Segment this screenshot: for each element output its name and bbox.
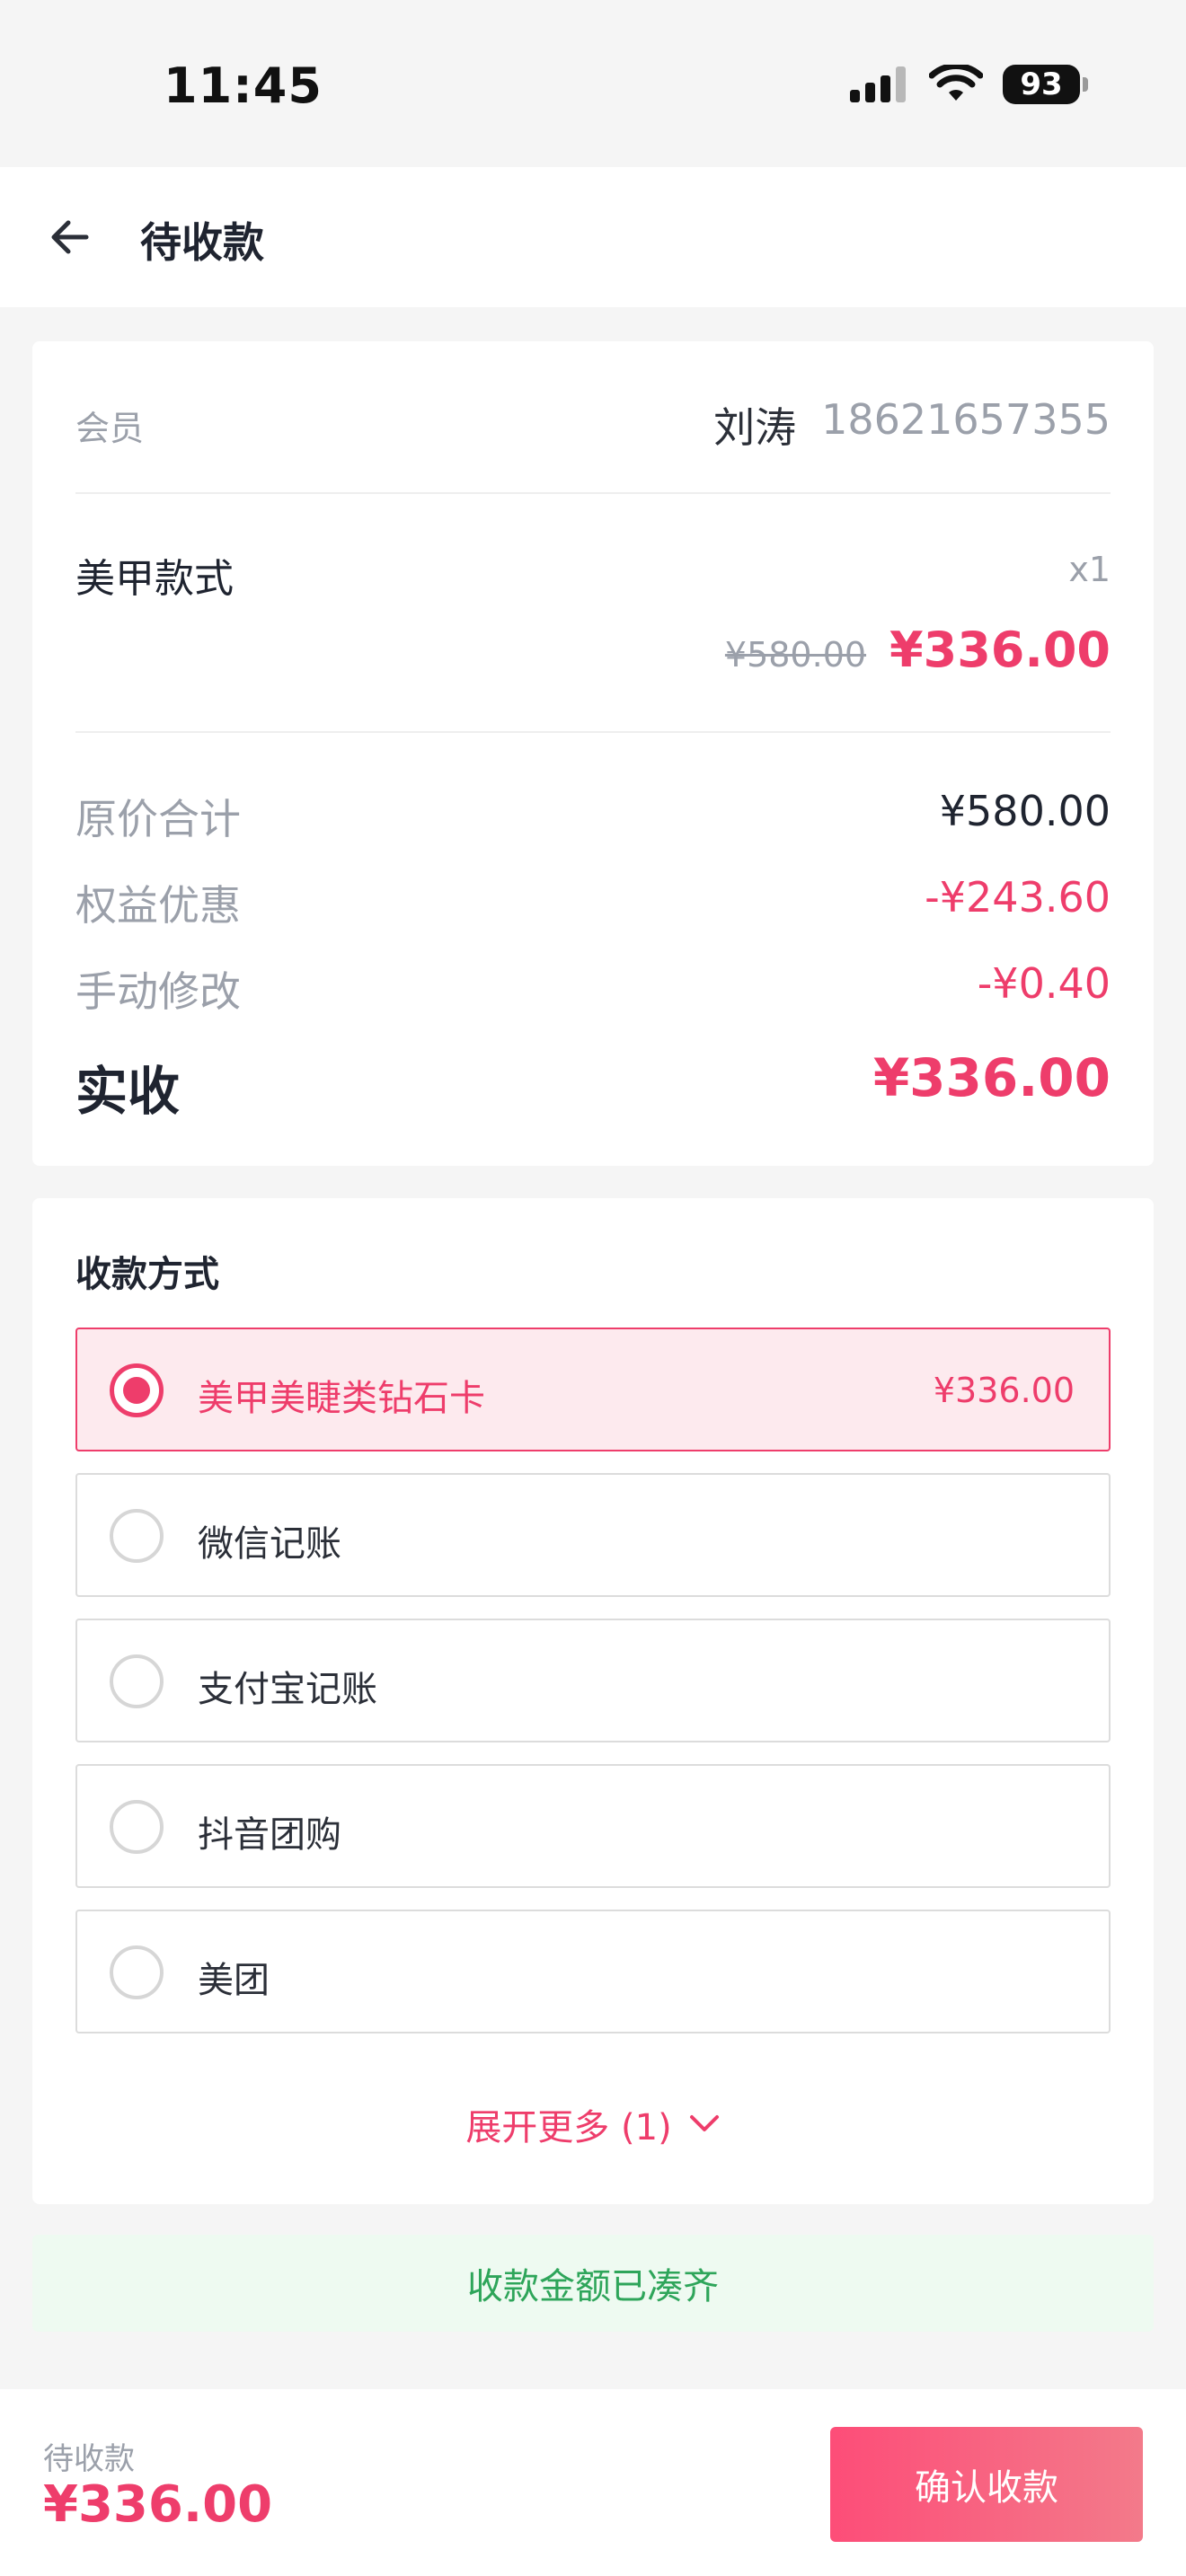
cellular-signal-icon bbox=[850, 66, 909, 102]
battery-icon: 93 bbox=[1003, 65, 1088, 104]
pending-amount-value: ¥336.00 bbox=[43, 2475, 273, 2534]
wifi-icon bbox=[929, 65, 983, 101]
radio-selected-icon[interactable] bbox=[110, 1363, 164, 1417]
summary-label: 原价合计 bbox=[75, 795, 241, 843]
payment-option-label: 微信记账 bbox=[198, 1523, 341, 1565]
nav-bar: 待收款 bbox=[0, 167, 1186, 307]
summary-value: -¥0.40 bbox=[977, 959, 1111, 1008]
member-row: 会员 刘涛 18621657355 bbox=[75, 395, 1111, 452]
notice-text: 收款金额已凑齐 bbox=[467, 2266, 719, 2307]
item-prices: ¥580.00 ¥336.00 bbox=[725, 622, 1111, 678]
member-info: 刘涛 18621657355 bbox=[713, 395, 1111, 454]
payment-option-amount: ¥336.00 bbox=[933, 1371, 1075, 1410]
divider bbox=[75, 492, 1111, 494]
item-price: ¥336.00 bbox=[890, 622, 1111, 678]
payment-option-alipay[interactable]: 支付宝记账 bbox=[75, 1619, 1111, 1742]
item-quantity: x1 bbox=[1068, 550, 1111, 589]
summary-value: -¥243.60 bbox=[925, 873, 1111, 922]
payment-option-wechat[interactable]: 微信记账 bbox=[75, 1473, 1111, 1597]
status-time: 11:45 bbox=[164, 57, 323, 114]
radio-unselected-icon[interactable] bbox=[110, 1509, 164, 1563]
summary-label: 权益优惠 bbox=[75, 881, 241, 930]
item-original-price: ¥580.00 bbox=[724, 635, 867, 675]
summary-row-original: 原价合计 ¥580.00 bbox=[75, 787, 1111, 843]
payment-option-douyin[interactable]: 抖音团购 bbox=[75, 1764, 1111, 1888]
divider bbox=[75, 731, 1111, 733]
payment-title: 收款方式 bbox=[75, 1254, 219, 1295]
total-label: 实收 bbox=[75, 1061, 181, 1122]
member-label: 会员 bbox=[75, 409, 145, 448]
pending-amount-label: 待收款 bbox=[43, 2441, 135, 2477]
status-icons: 93 bbox=[850, 65, 1088, 104]
chevron-down-icon bbox=[689, 2115, 719, 2131]
status-bar: 11:45 93 bbox=[0, 0, 1186, 167]
payment-option-label: 支付宝记账 bbox=[198, 1669, 377, 1710]
summary-row-discount: 权益优惠 -¥243.60 bbox=[75, 873, 1111, 930]
order-summary-card: 会员 刘涛 18621657355 美甲款式 x1 ¥580.00 ¥336.0… bbox=[32, 341, 1154, 1166]
item-name: 美甲款式 bbox=[75, 556, 234, 602]
total-value: ¥336.00 bbox=[872, 1047, 1111, 1108]
payment-option-label: 美团 bbox=[198, 1960, 270, 2001]
member-phone: 18621657355 bbox=[821, 395, 1111, 444]
summary-row-manual: 手动修改 -¥0.40 bbox=[75, 959, 1111, 1016]
back-arrow-icon[interactable] bbox=[45, 212, 95, 262]
member-name: 刘涛 bbox=[713, 403, 797, 452]
radio-unselected-icon[interactable] bbox=[110, 1654, 164, 1708]
payment-option-diamond-card[interactable]: 美甲美睫类钻石卡 ¥336.00 bbox=[75, 1328, 1111, 1451]
payment-option-label: 抖音团购 bbox=[198, 1814, 341, 1856]
payment-option-meituan[interactable]: 美团 bbox=[75, 1910, 1111, 2033]
summary-label: 手动修改 bbox=[75, 967, 241, 1016]
payment-option-label: 美甲美睫类钻石卡 bbox=[198, 1378, 485, 1419]
expand-more-label: 展开更多 (1) bbox=[465, 2107, 672, 2148]
confirm-payment-button[interactable]: 确认收款 bbox=[830, 2427, 1143, 2542]
payment-complete-notice: 收款金额已凑齐 bbox=[32, 2235, 1154, 2332]
summary-value: ¥580.00 bbox=[939, 787, 1111, 835]
payment-methods-card: 收款方式 美甲美睫类钻石卡 ¥336.00 微信记账 支付宝记账 抖音团购 美团… bbox=[32, 1198, 1154, 2204]
radio-unselected-icon[interactable] bbox=[110, 1800, 164, 1854]
bottom-bar: 待收款 ¥336.00 确认收款 bbox=[0, 2389, 1186, 2576]
page-title: 待收款 bbox=[140, 218, 264, 267]
expand-more-button[interactable]: 展开更多 (1) bbox=[32, 2098, 1154, 2150]
radio-unselected-icon[interactable] bbox=[110, 1945, 164, 1999]
